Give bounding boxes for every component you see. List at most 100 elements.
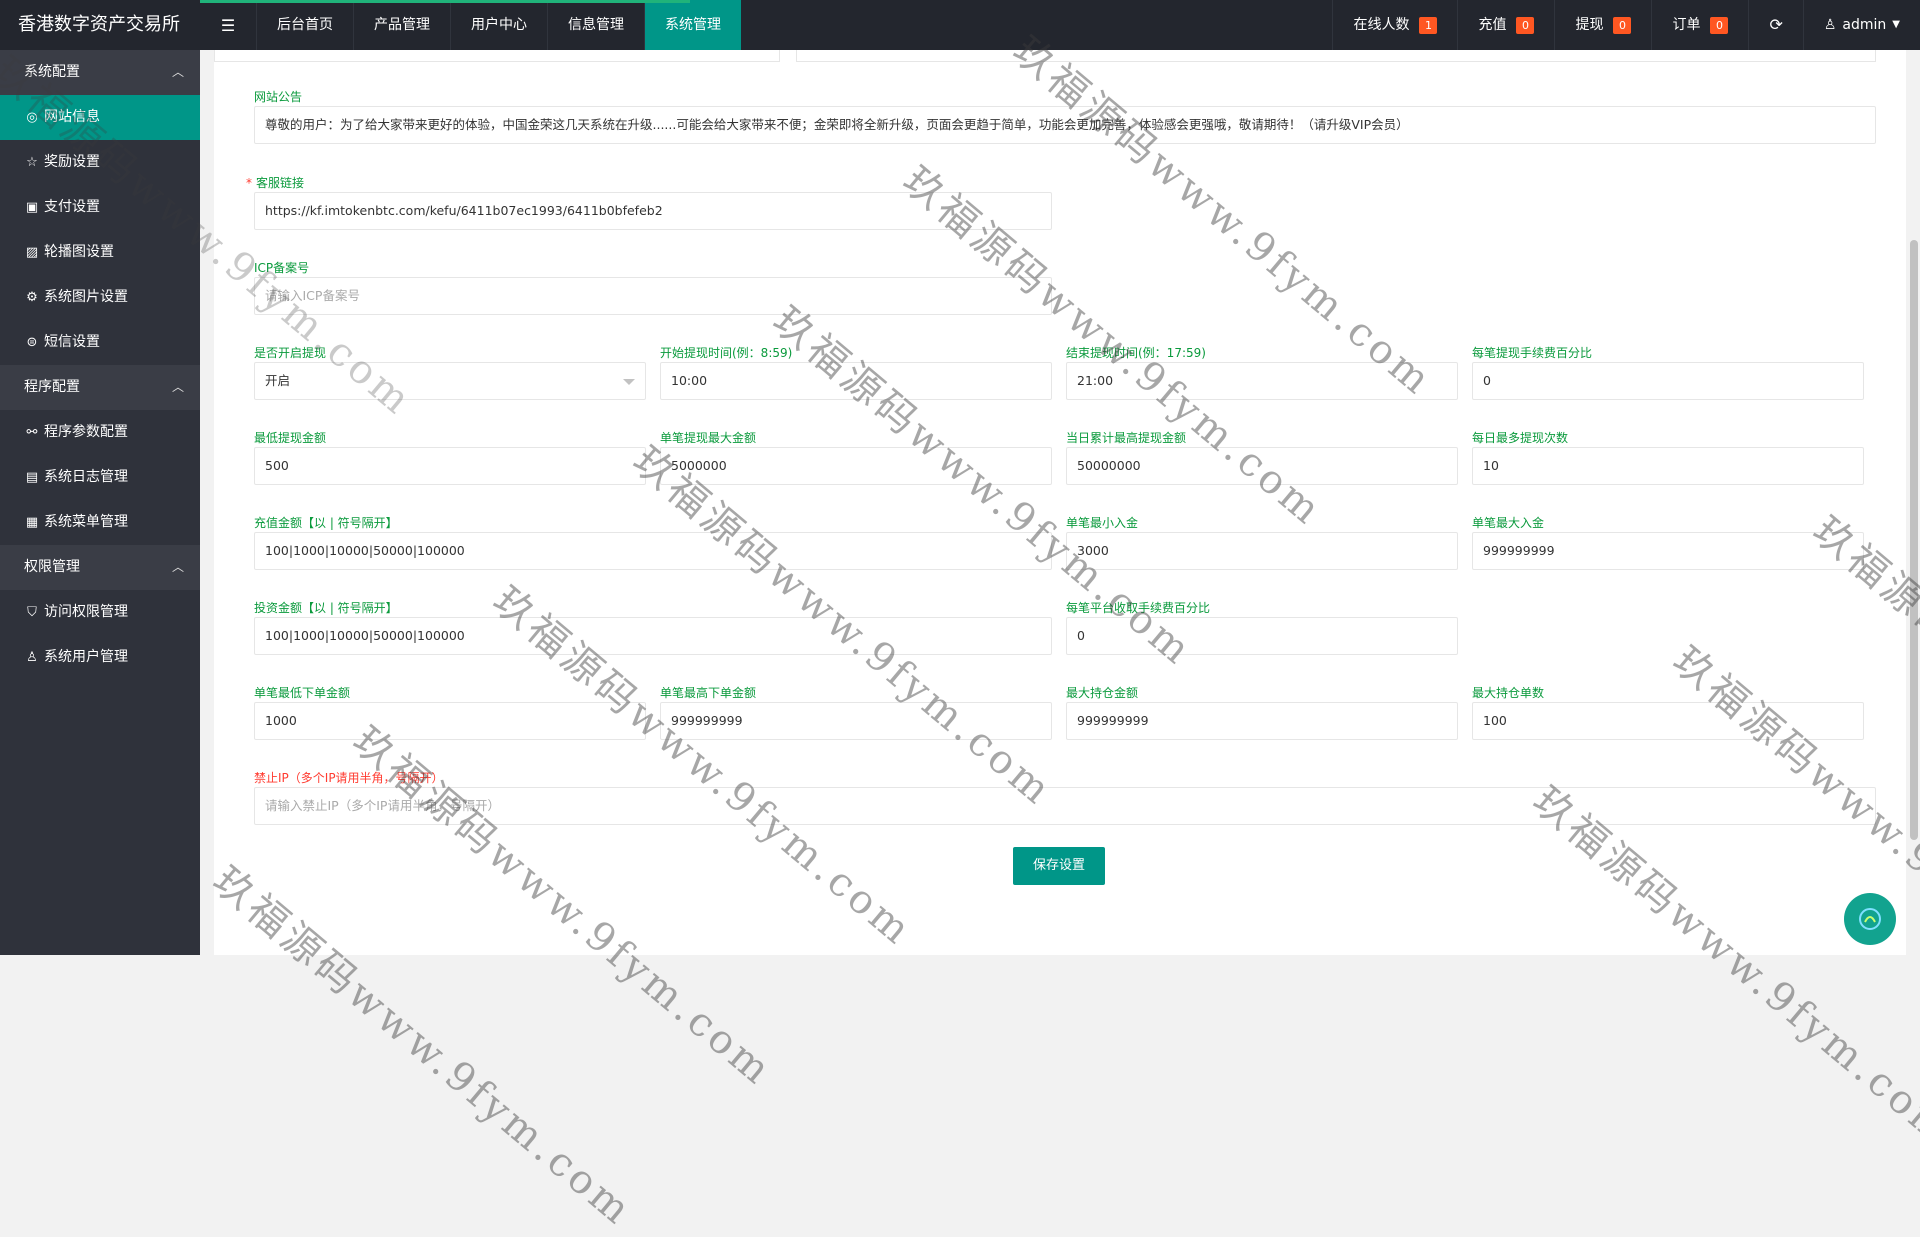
link-icon: ⚯ [26,425,38,440]
log-icon: ▤ [25,470,39,485]
icp-input[interactable]: 请输入ICP备案号 [254,277,1052,315]
withdraw-start-field: 开始提现时间(例：8:59) 10:00 [660,344,1052,400]
sidebar-item-label: 短信设置 [44,334,100,350]
user-icon: ♙ [1823,17,1837,33]
online-label: 在线人数 [1353,17,1410,33]
menu-table-icon: ▦ [25,515,39,530]
order-min-input[interactable]: 1000 [254,702,646,740]
field-label: 禁止IP（多个IP请用半角，号隔开） [254,771,444,785]
withdraw-fee-input[interactable]: 0 [1472,362,1864,400]
deposit-min-field: 单笔最小入金 3000 [1066,514,1458,570]
group-label: 系统配置 [24,64,80,80]
recharge-amounts-input[interactable]: 100|1000|10000|50000|100000 [254,532,1052,570]
service-link-field: * 客服链接 https://kf.imtokenbtc.com/kefu/641… [246,174,1052,230]
withdraw-start-input[interactable]: 10:00 [660,362,1052,400]
field-label: 结束提现时间(例：17:59) [1066,346,1206,360]
notice-input[interactable]: 尊敬的用户：为了给大家带来更好的体验，中国金荣这几天系统在升级......可能会… [254,106,1876,144]
sidebar-item-payment[interactable]: ▣ 支付设置 [0,185,200,230]
user-icon: ♙ [26,650,38,665]
order-max-field: 单笔最高下单金额 999999999 [660,684,1052,740]
withdraw-max-field: 单笔提现最大金额 5000000 [660,429,1052,485]
withdraw-min-input[interactable]: 500 [254,447,646,485]
position-max-input[interactable]: 999999999 [1066,702,1458,740]
sidebar-item-reward[interactable]: ☆ 奖励设置 [0,140,200,185]
user-menu[interactable]: ♙ admin ▼ [1802,0,1920,50]
withdraw-day-count-field: 每日最多提现次数 10 [1472,429,1864,485]
platform-fee-input[interactable]: 0 [1066,617,1458,655]
sidebar-item-access-control[interactable]: ⛉ 访问权限管理 [0,590,200,635]
online-badge: 1 [1419,16,1438,34]
chevron-down-icon: ▼ [1892,19,1900,30]
cut-off-input[interactable] [214,50,780,62]
sidebar-item-system-users[interactable]: ♙ 系统用户管理 [0,635,200,680]
order-max-input[interactable]: 999999999 [660,702,1052,740]
banned-ip-input[interactable]: 请输入禁止IP（多个IP请用半角，号隔开） [254,787,1876,825]
save-settings-button[interactable]: 保存设置 [1013,847,1105,885]
online-users[interactable]: 在线人数 1 [1332,0,1457,50]
sidebar-item-system-log[interactable]: ▤ 系统日志管理 [0,455,200,500]
field-label: 当日累计最高提现金额 [1066,431,1187,445]
sidebar: 系统配置 ︿ ◎ 网站信息 ☆ 奖励设置 ▣ 支付设置 ▨ 轮播图设置 ⚙ 系统图片设置 ⊜… [0,50,200,955]
sidebar-item-label: 系统日志管理 [44,469,128,485]
field-label: 是否开启提现 [254,346,327,360]
user-name: admin [1842,17,1887,33]
required-mark: * [246,176,252,190]
position-count-input[interactable]: 100 [1472,702,1864,740]
globe-icon: ◎ [26,110,38,125]
sidebar-group-program-config[interactable]: 程序配置 ︿ [0,365,200,410]
sidebar-item-site-info[interactable]: ◎ 网站信息 [0,95,200,140]
select-value: 开启 [265,373,291,388]
field-label: 最大持仓单数 [1472,686,1545,700]
scrollbar-thumb[interactable] [1910,240,1918,840]
field-label: 每笔提现手续费百分比 [1472,346,1593,360]
order-min-field: 单笔最低下单金额 1000 [254,684,646,740]
field-label: 最低提现金额 [254,431,327,445]
banned-ip-field: 禁止IP（多个IP请用半角，号隔开） 请输入禁止IP（多个IP请用半角，号隔开） [254,769,1876,825]
assistant-fab[interactable] [1844,893,1896,945]
withdraw-day-max-input[interactable]: 50000000 [1066,447,1458,485]
money-icon: ▣ [25,200,39,215]
deposit-min-input[interactable]: 3000 [1066,532,1458,570]
menu-icon[interactable]: ☰ [200,0,256,50]
sidebar-item-system-images[interactable]: ⚙ 系统图片设置 [0,275,200,320]
nav-users[interactable]: 用户中心 [450,0,547,50]
sidebar-item-carousel[interactable]: ▨ 轮播图设置 [0,230,200,275]
orders-notice[interactable]: 订单 0 [1651,0,1748,50]
withdraw-notice[interactable]: 提现 0 [1554,0,1651,50]
deposit-max-field: 单笔最大入金 999999999 [1472,514,1864,570]
withdraw-day-count-input[interactable]: 10 [1472,447,1864,485]
nav-info[interactable]: 信息管理 [547,0,644,50]
group-label: 程序配置 [24,379,80,395]
invest-amounts-input[interactable]: 100|1000|10000|50000|100000 [254,617,1052,655]
service-link-input[interactable]: https://kf.imtokenbtc.com/kefu/6411b07ec… [254,192,1052,230]
recharge-badge: 0 [1516,16,1535,34]
nav-home[interactable]: 后台首页 [256,0,353,50]
shield-icon: ⛉ [27,605,37,620]
nav-products[interactable]: 产品管理 [353,0,450,50]
field-label: 每笔平台收取手续费百分比 [1066,601,1211,615]
sidebar-item-label: 奖励设置 [44,154,100,170]
field-label: 充值金额【以 | 符号隔开】 [254,516,398,530]
sidebar-item-sms[interactable]: ⊜ 短信设置 [0,320,200,365]
nav-system[interactable]: 系统管理 [644,0,741,50]
position-max-field: 最大持仓金额 999999999 [1066,684,1458,740]
field-label: 网站公告 [254,90,303,104]
withdraw-max-input[interactable]: 5000000 [660,447,1052,485]
field-label: 单笔最低下单金额 [254,686,351,700]
loading-bar [200,0,690,3]
withdraw-end-field: 结束提现时间(例：17:59) 21:00 [1066,344,1458,400]
recharge-notice[interactable]: 充值 0 [1457,0,1554,50]
cut-off-input[interactable] [796,50,1876,62]
position-count-field: 最大持仓单数 100 [1472,684,1864,740]
image-icon: ▨ [25,245,39,260]
sidebar-group-system-config[interactable]: 系统配置 ︿ [0,50,200,95]
withdraw-end-input[interactable]: 21:00 [1066,362,1458,400]
deposit-max-input[interactable]: 999999999 [1472,532,1864,570]
withdraw-fee-field: 每笔提现手续费百分比 0 [1472,344,1864,400]
withdraw-enabled-select[interactable]: 开启 [254,362,646,400]
refresh-icon[interactable]: ⟳ [1748,0,1802,50]
sidebar-item-program-params[interactable]: ⚯ 程序参数配置 [0,410,200,455]
sidebar-item-system-menu[interactable]: ▦ 系统菜单管理 [0,500,200,545]
star-icon: ☆ [26,155,38,170]
sidebar-group-permissions[interactable]: 权限管理 ︿ [0,545,200,590]
